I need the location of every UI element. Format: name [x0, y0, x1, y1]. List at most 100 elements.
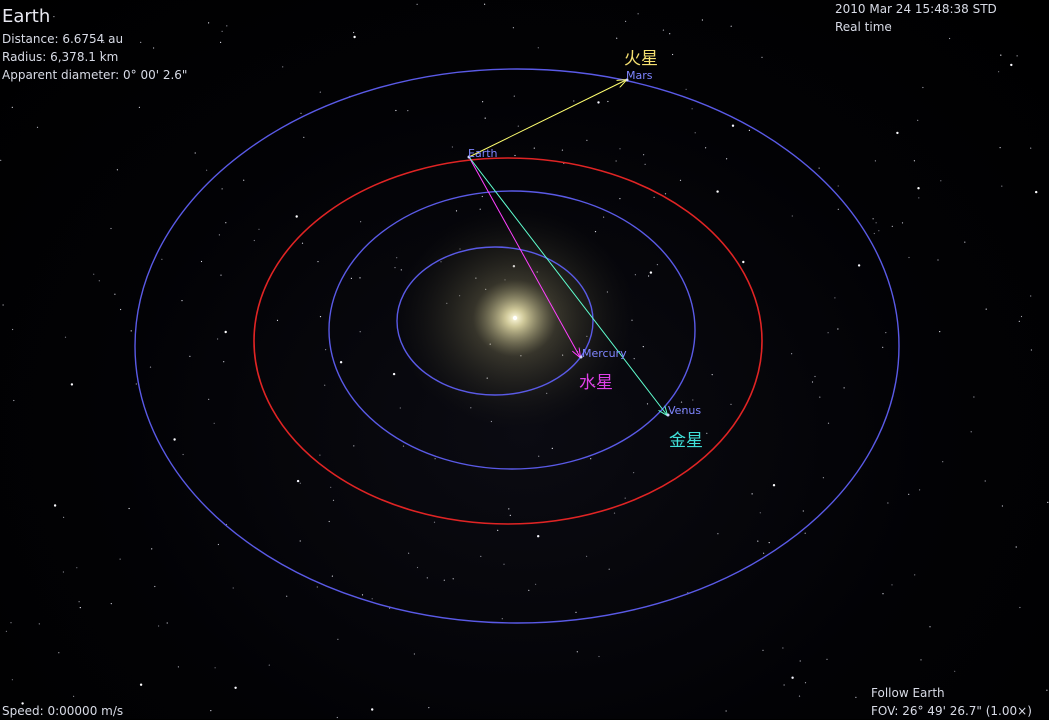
venus-label[interactable]: Venus	[668, 404, 701, 417]
star	[428, 707, 430, 709]
star	[819, 396, 821, 398]
star	[637, 13, 639, 15]
star	[1000, 54, 1002, 56]
star	[730, 25, 732, 27]
star	[984, 480, 986, 482]
star	[887, 502, 889, 504]
star	[301, 242, 304, 244]
star	[482, 101, 484, 103]
star	[189, 355, 191, 357]
star	[528, 589, 530, 592]
sun[interactable]	[512, 315, 518, 321]
star	[359, 331, 361, 333]
star	[361, 594, 364, 596]
star	[874, 160, 877, 162]
solar-system-view[interactable]: Earth Mars Mercury Venus 火星 水星 金星	[0, 0, 1049, 719]
mercury-label[interactable]: Mercury	[582, 347, 627, 360]
star	[119, 558, 121, 560]
star	[818, 167, 820, 169]
star	[918, 197, 920, 199]
star	[400, 269, 402, 271]
star	[705, 147, 707, 149]
star	[662, 29, 665, 31]
selected-object-distance: Distance: 6.6754 au	[2, 32, 124, 46]
star	[804, 532, 806, 534]
star	[443, 579, 445, 581]
star	[826, 658, 828, 660]
star	[58, 652, 60, 654]
star	[512, 27, 515, 29]
star	[1030, 295, 1032, 297]
star	[759, 512, 761, 514]
star	[258, 228, 260, 230]
star	[917, 187, 920, 190]
star	[10, 622, 12, 624]
star	[603, 216, 605, 218]
star	[669, 33, 671, 35]
star	[218, 234, 220, 236]
star	[413, 653, 415, 655]
star	[633, 472, 635, 474]
star	[353, 35, 356, 39]
star	[648, 275, 650, 277]
star	[537, 47, 539, 49]
star	[232, 587, 234, 589]
star	[680, 401, 683, 403]
star	[731, 124, 735, 127]
star	[616, 37, 618, 39]
star	[138, 106, 140, 108]
star	[226, 25, 228, 27]
star	[973, 396, 975, 398]
star	[319, 454, 321, 456]
star	[296, 479, 300, 483]
star	[908, 256, 910, 259]
star	[177, 666, 179, 668]
star	[234, 686, 237, 689]
star	[664, 193, 667, 195]
star	[317, 261, 319, 263]
star	[484, 3, 486, 5]
star	[970, 431, 972, 433]
star	[392, 372, 396, 376]
star	[225, 222, 227, 224]
star	[908, 493, 910, 495]
star	[217, 338, 219, 340]
star	[206, 169, 208, 171]
star	[802, 510, 804, 512]
star	[706, 432, 708, 434]
star	[194, 152, 196, 154]
star	[751, 493, 753, 495]
star	[214, 667, 216, 669]
star	[11, 679, 13, 681]
star	[276, 319, 279, 321]
venus-cjk-label: 金星	[669, 431, 703, 451]
star	[360, 221, 362, 223]
star	[479, 208, 481, 210]
star	[114, 293, 116, 295]
sky-viewport[interactable]: Earth Mars Mercury Venus 火星 水星 金星 Earth …	[0, 0, 1049, 719]
star	[402, 445, 405, 447]
star	[882, 593, 884, 595]
star	[484, 117, 486, 119]
star	[336, 716, 338, 719]
star	[93, 273, 95, 275]
star	[964, 241, 966, 243]
star	[625, 20, 627, 22]
star	[804, 682, 807, 684]
star	[220, 274, 222, 276]
star	[613, 512, 616, 514]
earth-label[interactable]: Earth	[468, 147, 498, 160]
mars-label[interactable]: Mars	[626, 69, 653, 82]
star	[53, 16, 55, 18]
star	[416, 3, 418, 5]
star	[624, 497, 626, 499]
star	[140, 41, 142, 44]
time-mode: Real time	[835, 20, 892, 34]
star	[62, 571, 64, 573]
star	[619, 198, 621, 200]
star	[268, 664, 270, 666]
star	[303, 136, 305, 138]
star	[173, 438, 176, 441]
star	[1018, 320, 1020, 322]
star	[154, 585, 156, 588]
